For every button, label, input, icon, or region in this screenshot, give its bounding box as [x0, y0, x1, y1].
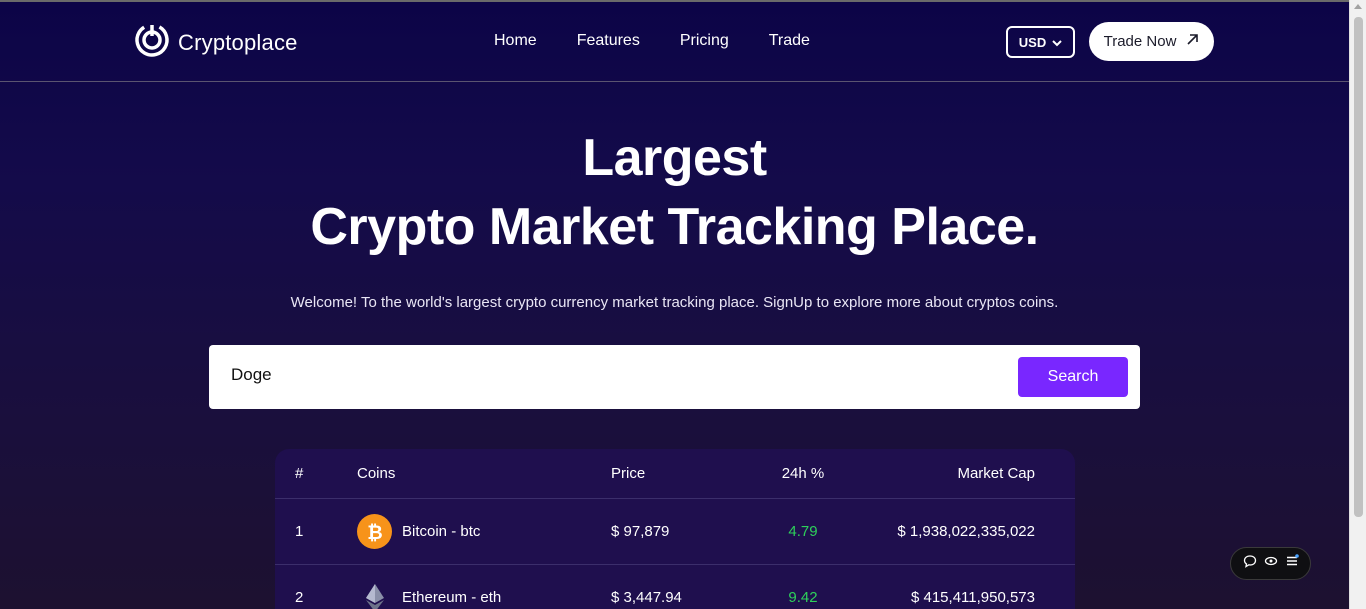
coin-name: Bitcoin - btc	[402, 523, 481, 540]
cryptoplace-logo-icon	[134, 22, 170, 63]
nav-home[interactable]: Home	[494, 32, 537, 50]
chat-bubble-icon[interactable]	[1243, 554, 1257, 573]
row-rank: 1	[295, 523, 304, 540]
arrow-up-right-icon	[1186, 33, 1199, 50]
row-rank: 2	[295, 589, 304, 606]
logo-text: Cryptoplace	[178, 29, 298, 55]
trade-now-button[interactable]: Trade Now	[1089, 22, 1214, 61]
row-market-cap: $ 415,411,950,573	[910, 589, 1035, 606]
hero-subtitle: Welcome! To the world's largest crypto c…	[290, 294, 1059, 311]
hero-title-line2: Crypto Market Tracking Place.	[310, 198, 1039, 256]
currency-select[interactable]: USD	[1006, 26, 1075, 58]
chat-widget[interactable]	[1230, 547, 1311, 580]
site-header: Cryptoplace Home Features Pricing Trade …	[0, 2, 1349, 82]
scrollbar[interactable]	[1349, 0, 1366, 609]
scrollbar-thumb[interactable]	[1354, 17, 1363, 517]
row-market-cap: $ 1,938,022,335,022	[897, 523, 1035, 540]
scroll-up-arrow-icon[interactable]	[1354, 4, 1362, 9]
row-coin: ₿ Bitcoin - btc	[357, 514, 611, 549]
nav-trade[interactable]: Trade	[769, 32, 810, 50]
currency-value: USD	[1018, 34, 1047, 50]
logo[interactable]: Cryptoplace	[134, 22, 298, 63]
search-input[interactable]	[231, 365, 991, 385]
chevron-down-icon	[1052, 35, 1062, 50]
search-form: Search	[209, 345, 1140, 409]
eye-icon[interactable]	[1264, 554, 1278, 573]
search-button[interactable]: Search	[1018, 357, 1128, 397]
header-coins: Coins	[357, 465, 396, 482]
nav-pricing[interactable]: Pricing	[680, 32, 729, 50]
trade-now-label: Trade Now	[1103, 33, 1177, 50]
table-row[interactable]: 2 Ethereum - eth $ 3,447.94 9.42 $ 415,4…	[275, 565, 1075, 609]
row-coin: Ethereum - eth	[357, 580, 611, 609]
row-change: 4.79	[788, 523, 818, 540]
svg-text:₿: ₿	[367, 522, 382, 543]
header-market-cap: Market Cap	[957, 465, 1035, 482]
main-nav: Home Features Pricing Trade	[494, 32, 850, 50]
coin-name: Ethereum - eth	[402, 589, 502, 606]
nav-features[interactable]: Features	[577, 32, 640, 50]
row-price: $ 3,447.94	[611, 589, 682, 606]
header-price: Price	[611, 465, 646, 482]
bitcoin-icon: ₿	[357, 514, 392, 549]
menu-icon[interactable]	[1285, 554, 1299, 573]
crypto-table: # Coins Price 24h % Market Cap 1 ₿ Bitco…	[275, 449, 1075, 609]
header-change: 24h %	[781, 465, 825, 482]
table-header: # Coins Price 24h % Market Cap	[275, 449, 1075, 499]
row-price: $ 97,879	[611, 523, 670, 540]
table-row[interactable]: 1 ₿ Bitcoin - btc $ 97,879 4.79 $ 1,938,…	[275, 499, 1075, 565]
ethereum-icon	[357, 580, 392, 609]
row-change: 9.42	[788, 589, 818, 606]
header-rank: #	[295, 465, 304, 482]
hero-title-line1: Largest	[582, 129, 767, 187]
